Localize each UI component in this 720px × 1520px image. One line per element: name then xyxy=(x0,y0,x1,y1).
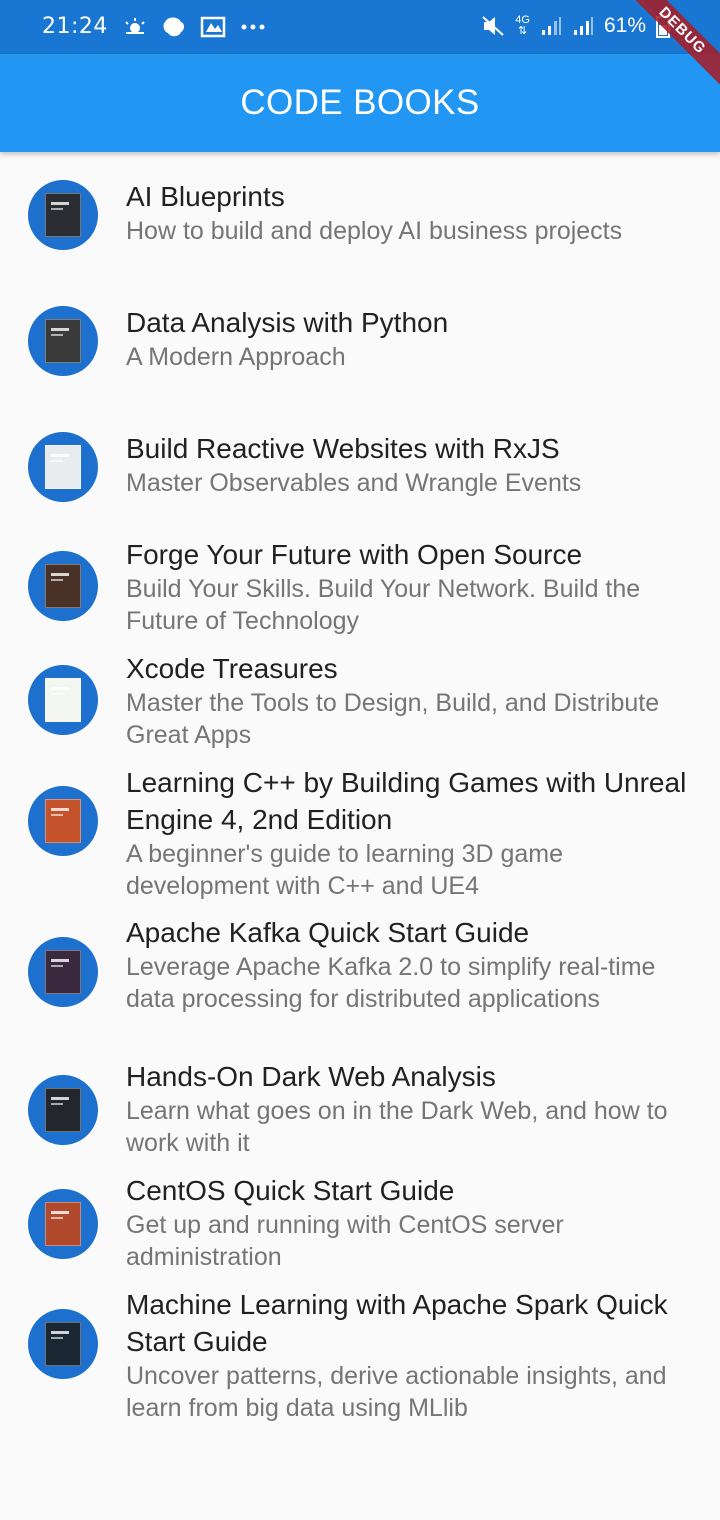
list-item[interactable]: Learning C++ by Building Games with Unre… xyxy=(0,758,720,908)
more-icon xyxy=(240,22,266,32)
book-cover-avatar xyxy=(28,786,98,856)
book-cover-image xyxy=(45,564,81,608)
list-item[interactable]: AI Blueprints How to build and deploy AI… xyxy=(0,152,720,278)
book-title: Machine Learning with Apache Spark Quick… xyxy=(126,1289,668,1357)
book-text: Xcode Treasures Master the Tools to Desi… xyxy=(126,650,696,751)
list-item[interactable]: Data Analysis with Python A Modern Appro… xyxy=(0,278,720,404)
book-subtitle: Build Your Skills. Build Your Network. B… xyxy=(126,575,641,635)
book-title: Data Analysis with Python xyxy=(126,307,449,338)
book-cover-avatar xyxy=(28,1189,98,1259)
book-title: CentOS Quick Start Guide xyxy=(126,1175,455,1206)
book-cover-image xyxy=(45,678,81,722)
list-item[interactable]: Forge Your Future with Open Source Build… xyxy=(0,530,720,644)
book-subtitle: A Modern Approach xyxy=(126,343,346,371)
book-cover-avatar xyxy=(28,551,98,621)
book-cover-image xyxy=(45,445,81,489)
book-subtitle: A beginner's guide to learning 3D game d… xyxy=(126,840,564,900)
book-cover-image xyxy=(45,799,81,843)
book-cover-avatar xyxy=(28,432,98,502)
book-text: Hands-On Dark Web Analysis Learn what go… xyxy=(126,1058,696,1159)
page-title: CODE BOOKS xyxy=(240,83,480,122)
book-title: Learning C++ by Building Games with Unre… xyxy=(126,767,687,835)
mute-icon xyxy=(481,15,505,37)
gallery-icon xyxy=(200,16,226,38)
signal-icon xyxy=(540,15,562,37)
book-subtitle: Leverage Apache Kafka 2.0 to simplify re… xyxy=(126,953,656,1013)
signal-icon xyxy=(572,15,594,37)
book-cover-avatar xyxy=(28,1075,98,1145)
book-title: Xcode Treasures xyxy=(126,653,338,684)
book-cover-image xyxy=(45,319,81,363)
status-bar-right: 4G ⇅ 61% xyxy=(481,14,670,38)
book-text: Build Reactive Websites with RxJS Master… xyxy=(126,430,696,499)
app-bar: CODE BOOKS xyxy=(0,54,720,152)
book-title: Hands-On Dark Web Analysis xyxy=(126,1061,496,1092)
bixby-icon xyxy=(162,16,186,38)
list-item[interactable]: Xcode Treasures Master the Tools to Desi… xyxy=(0,644,720,758)
book-cover-image xyxy=(45,193,81,237)
book-text: AI Blueprints How to build and deploy AI… xyxy=(126,178,696,247)
book-text: Forge Your Future with Open Source Build… xyxy=(126,536,696,637)
book-subtitle: Master the Tools to Design, Build, and D… xyxy=(126,689,660,749)
book-cover-avatar xyxy=(28,306,98,376)
book-subtitle: Get up and running with CentOS server ad… xyxy=(126,1211,564,1271)
book-title: Forge Your Future with Open Source xyxy=(126,539,583,570)
book-cover-avatar xyxy=(28,937,98,1007)
book-cover-image xyxy=(45,1088,81,1132)
book-title: Apache Kafka Quick Start Guide xyxy=(126,917,530,948)
book-cover-image xyxy=(45,1202,81,1246)
book-text: Learning C++ by Building Games with Unre… xyxy=(126,764,696,902)
status-time: 21:24 xyxy=(42,14,108,39)
book-title: AI Blueprints xyxy=(126,181,285,212)
book-cover-avatar xyxy=(28,1309,98,1379)
list-item[interactable]: Build Reactive Websites with RxJS Master… xyxy=(0,404,720,530)
book-text: Apache Kafka Quick Start Guide Leverage … xyxy=(126,914,696,1015)
book-cover-image xyxy=(45,950,81,994)
battery-percent: 61% xyxy=(603,14,646,37)
list-item[interactable]: Machine Learning with Apache Spark Quick… xyxy=(0,1280,720,1432)
list-item[interactable]: Hands-On Dark Web Analysis Learn what go… xyxy=(0,1052,720,1166)
book-text: Data Analysis with Python A Modern Appro… xyxy=(126,304,696,373)
book-title: Build Reactive Websites with RxJS xyxy=(126,433,560,464)
book-subtitle: Master Observables and Wrangle Events xyxy=(126,469,582,497)
book-subtitle: Uncover patterns, derive actionable insi… xyxy=(126,1362,667,1422)
network-icon: 4G ⇅ xyxy=(515,15,530,37)
book-cover-image xyxy=(45,1322,81,1366)
network-arrows-icon: ⇅ xyxy=(518,25,528,37)
status-bar-left: 21:24 xyxy=(42,14,266,39)
book-subtitle: Learn what goes on in the Dark Web, and … xyxy=(126,1097,668,1157)
list-item[interactable]: Apache Kafka Quick Start Guide Leverage … xyxy=(0,908,720,1052)
list-item[interactable]: CentOS Quick Start Guide Get up and runn… xyxy=(0,1166,720,1280)
status-bar: 21:24 4G ⇅ 61% xyxy=(0,0,720,54)
weather-icon xyxy=(122,17,148,37)
book-cover-avatar xyxy=(28,180,98,250)
book-cover-avatar xyxy=(28,665,98,735)
book-text: Machine Learning with Apache Spark Quick… xyxy=(126,1286,696,1424)
book-text: CentOS Quick Start Guide Get up and runn… xyxy=(126,1172,696,1273)
book-subtitle: How to build and deploy AI business proj… xyxy=(126,217,623,245)
